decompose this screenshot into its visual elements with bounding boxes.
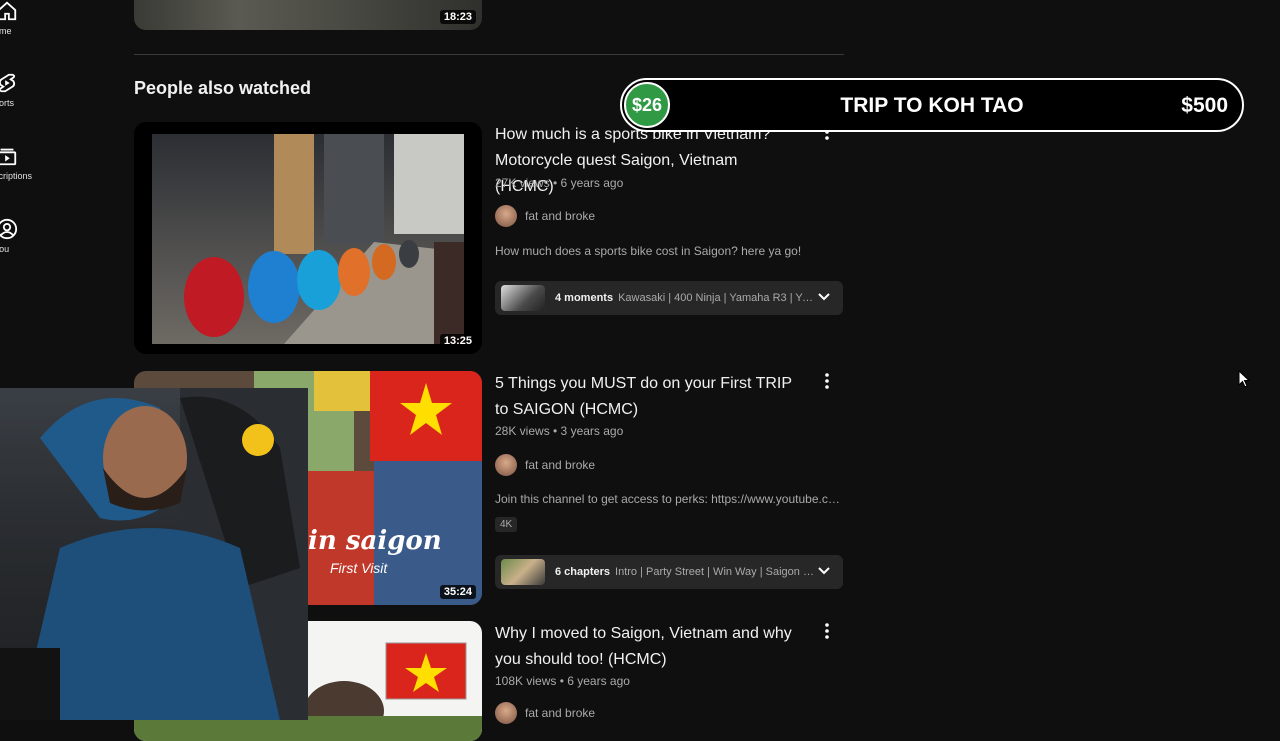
channel-name: fat and broke	[525, 209, 596, 223]
avatar	[495, 205, 517, 227]
avatar	[495, 702, 517, 724]
moments-list: Kawasaki | 400 Ninja | Yamaha R3 | Yamah…	[618, 292, 819, 304]
moments-expander[interactable]: 4 moments Kawasaki | 400 Ninja | Yamaha …	[495, 281, 843, 315]
more-options-icon[interactable]	[820, 371, 834, 391]
section-title: People also watched	[134, 78, 312, 98]
thumbnail-subtext: First Visit	[330, 560, 388, 576]
chapter-thumbnail	[501, 559, 545, 585]
video-thumbnail[interactable]: 18:23	[134, 0, 482, 30]
channel-link[interactable]: fat and broke	[495, 702, 595, 724]
streamer-image	[0, 388, 308, 720]
video-meta: 28K views • 3 years ago	[495, 424, 624, 438]
goal-amount: $500	[1181, 94, 1228, 117]
video-meta: 27K views • 6 years ago	[495, 176, 624, 190]
more-options-icon[interactable]	[820, 621, 834, 641]
chevron-down-icon	[818, 567, 830, 575]
video-description: How much does a sports bike cost in Saig…	[495, 244, 802, 258]
video-thumbnail[interactable]: 13:25	[134, 122, 482, 354]
sidebar-item-shorts[interactable]: horts	[0, 72, 40, 122]
sidebar-item-subscriptions[interactable]: scriptions	[0, 145, 40, 195]
channel-name: fat and broke	[525, 458, 596, 472]
thumbnail-text: in saigon	[308, 526, 442, 556]
chevron-down-icon	[818, 293, 830, 301]
avatar	[495, 454, 517, 476]
channel-link[interactable]: fat and broke	[495, 205, 595, 227]
sidebar-item-label: ome	[0, 26, 12, 36]
channel-link[interactable]: fat and broke	[495, 454, 595, 476]
duration-badge: 13:25	[439, 334, 476, 348]
chapters-list: Intro | Party Street | Win Way | Saigon …	[615, 566, 815, 578]
sidebar-item-label: You	[0, 244, 10, 254]
sidebar-item-label: scriptions	[0, 171, 33, 181]
sidebar-item-you[interactable]: You	[0, 218, 40, 268]
channel-name: fat and broke	[525, 706, 596, 720]
webcam-overlay	[0, 388, 308, 720]
video-title[interactable]: Why I moved to Saigon, Vietnam and why y…	[495, 621, 795, 673]
divider	[134, 54, 844, 55]
mouse-cursor-icon	[1238, 370, 1250, 388]
moments-count: 4 moments	[555, 292, 614, 304]
video-description: Join this channel to get access to perks…	[495, 492, 843, 506]
home-icon	[0, 1, 17, 21]
you-icon	[0, 218, 18, 240]
chapters-expander[interactable]: 6 chapters Intro | Party Street | Win Wa…	[495, 555, 843, 589]
duration-badge: 18:23	[439, 10, 476, 24]
sidebar-item-home[interactable]: ome	[0, 0, 40, 50]
video-title[interactable]: 5 Things you MUST do on your First TRIP …	[495, 371, 795, 423]
donation-goal-banner: $26 TRIP TO KOH TAO $500	[620, 78, 1244, 132]
video-meta: 108K views • 6 years ago	[495, 674, 630, 688]
goal-title: TRIP TO KOH TAO	[840, 94, 1024, 117]
motorcycle-showroom-image	[152, 134, 464, 344]
quality-badge: 4K	[495, 517, 518, 532]
sidebar-item-label: horts	[0, 98, 15, 108]
chapters-count: 6 chapters	[555, 566, 611, 578]
moment-thumbnail	[501, 285, 545, 311]
duration-badge: 35:24	[439, 585, 476, 599]
shorts-icon	[0, 73, 16, 93]
subscriptions-icon	[0, 148, 17, 166]
